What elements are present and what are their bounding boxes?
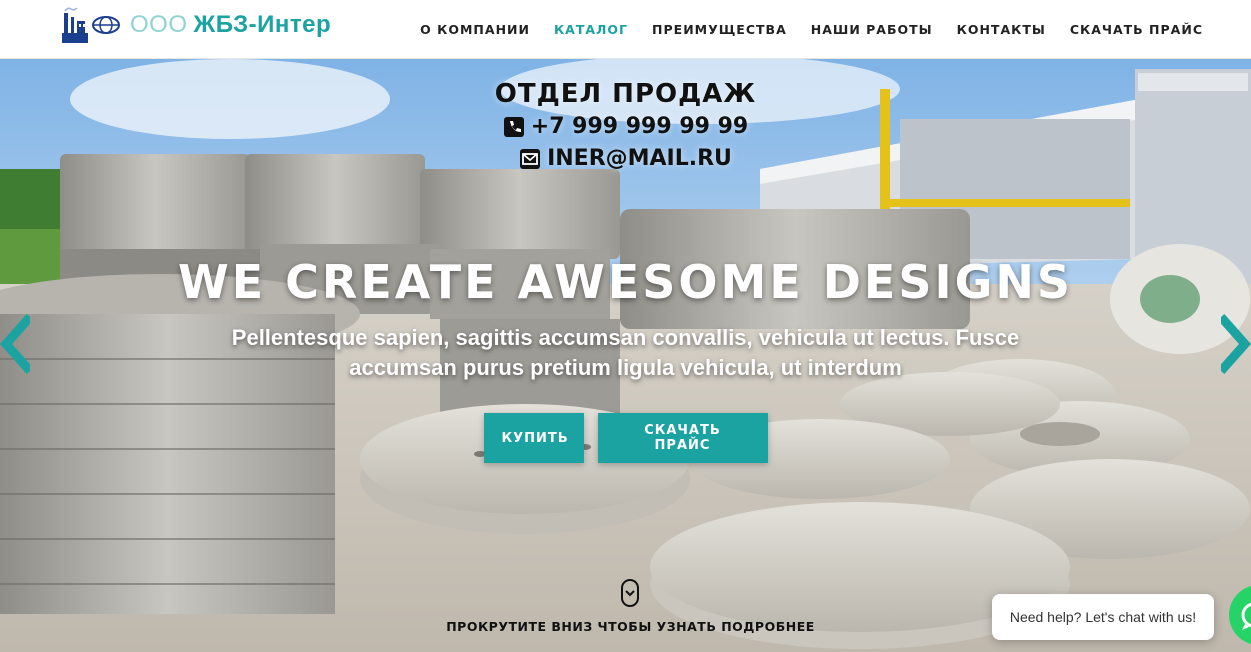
hero-subline: Pellentesque sapien, sagittis accumsan c… — [231, 325, 1020, 380]
brand-name: ООО ЖБЗ-Интер — [130, 11, 331, 39]
sales-title: ОТДЕЛ ПРОДАЖ — [494, 79, 757, 109]
sales-email-row[interactable]: INER@MAIL.RU — [0, 143, 1251, 175]
sales-phone: +7 999 999 99 99 — [530, 114, 749, 139]
factory-logo-icon — [60, 5, 122, 45]
nav-item-catalog[interactable]: КАТАЛОГ — [554, 22, 628, 37]
download-price-button[interactable]: СКАЧАТЬ ПРАЙС — [597, 413, 768, 463]
chevron-right-icon[interactable] — [1221, 313, 1251, 375]
nav-item-download-price[interactable]: СКАЧАТЬ ПРАЙС — [1070, 22, 1203, 37]
chat-help-text: Need help? Let's chat with us! — [1009, 609, 1197, 625]
whatsapp-icon[interactable] — [1228, 584, 1251, 646]
chevron-left-icon[interactable] — [0, 313, 30, 375]
sales-phone-row[interactable]: +7 999 999 99 99 — [0, 111, 1251, 143]
phone-icon — [503, 117, 524, 137]
brand-title: ЖБЗ-Интер — [193, 11, 332, 38]
nav-item-contacts[interactable]: КОНТАКТЫ — [957, 22, 1046, 37]
hero-slider: ОТДЕЛ ПРОДАЖ +7 999 999 99 99 INER@MAIL.… — [0, 59, 1251, 652]
mouse-scroll-icon[interactable] — [620, 579, 640, 607]
nav-item-advantages[interactable]: ПРЕИМУЩЕСТВА — [652, 22, 787, 37]
nav-item-works[interactable]: НАШИ РАБОТЫ — [811, 22, 933, 37]
buy-button[interactable]: КУПИТЬ — [483, 413, 584, 463]
site-header: ООО ЖБЗ-Интер О КОМПАНИИ КАТАЛОГ ПРЕИМУЩЕ… — [0, 0, 1251, 59]
brand-prefix: ООО — [130, 11, 188, 38]
sales-contacts: ОТДЕЛ ПРОДАЖ +7 999 999 99 99 INER@MAIL.… — [0, 77, 1251, 175]
main-nav: О КОМПАНИИ КАТАЛОГ ПРЕИМУЩЕСТВА НАШИ РАБ… — [396, 0, 1203, 58]
envelope-icon — [520, 149, 541, 169]
sales-email: INER@MAIL.RU — [547, 146, 732, 171]
chat-help-bubble[interactable]: Need help? Let's chat with us! — [992, 594, 1214, 640]
nav-item-about[interactable]: О КОМПАНИИ — [420, 22, 530, 37]
hero-headline: WE CREATE AWESOME DESIGNS — [177, 255, 1073, 309]
logo[interactable]: ООО ЖБЗ-Интер — [60, 4, 331, 46]
hero-actions: КУПИТЬ СКАЧАТЬ ПРАЙС — [0, 413, 1251, 463]
